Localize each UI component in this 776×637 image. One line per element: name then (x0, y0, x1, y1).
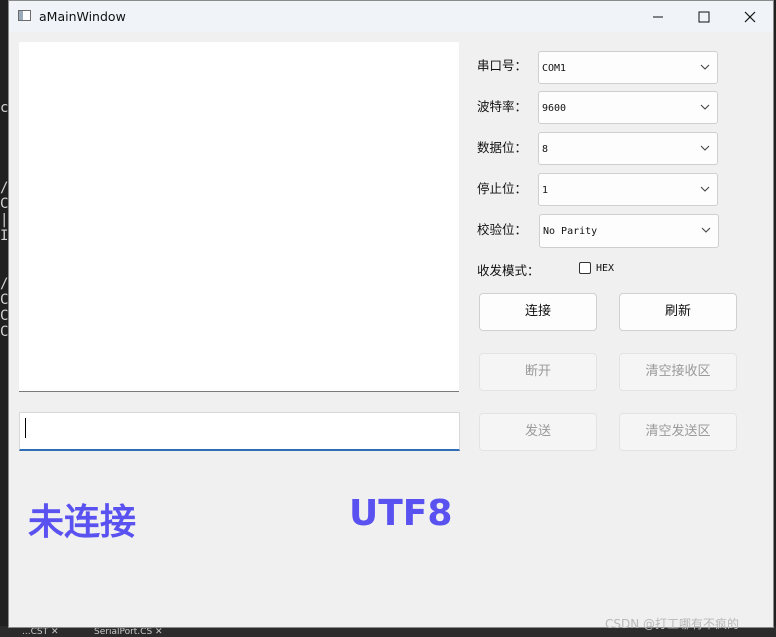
chevron-down-icon (700, 64, 710, 70)
connect-button[interactable]: 连接 (479, 293, 597, 331)
connection-status: 未连接 (28, 502, 137, 543)
send-input[interactable] (19, 412, 460, 451)
refresh-button[interactable]: 刷新 (619, 293, 737, 331)
parity-select[interactable]: No Parity (539, 214, 719, 248)
databits-select[interactable]: 8 (538, 132, 718, 165)
watermark-text: CSDN @打工哪有不疯的 (605, 617, 740, 631)
clear-send-button[interactable]: 清空发送区 (619, 413, 737, 451)
receive-text-area[interactable] (19, 42, 459, 392)
parity-label: 校验位： (477, 222, 528, 237)
parity-select-value: No Parity (543, 226, 598, 237)
mode-label: 收发模式： (477, 263, 540, 278)
maximize-icon (698, 11, 710, 23)
port-select[interactable]: COM1 (538, 51, 718, 84)
baud-label: 波特率： (477, 99, 528, 114)
chevron-down-icon (700, 145, 710, 151)
background-tab: ...CST ✕ (22, 627, 59, 637)
baud-select[interactable]: 9600 (538, 91, 718, 124)
send-button[interactable]: 发送 (479, 413, 597, 451)
chevron-down-icon (700, 104, 710, 110)
hex-checkbox-label[interactable]: HEX (596, 263, 614, 274)
databits-select-value: 8 (542, 144, 549, 155)
encoding-status: UTF8 (349, 493, 453, 534)
title-bar[interactable]: aMainWindow (9, 1, 773, 32)
minimize-icon (653, 16, 663, 18)
window-title: aMainWindow (39, 9, 126, 24)
clear-receive-button[interactable]: 清空接收区 (619, 353, 737, 391)
close-button[interactable] (727, 1, 773, 32)
app-window-icon (18, 10, 31, 21)
hex-checkbox[interactable] (579, 262, 591, 274)
port-label: 串口号： (477, 58, 528, 73)
close-icon (744, 11, 756, 23)
chevron-down-icon (700, 186, 710, 192)
baud-select-value: 9600 (542, 103, 567, 114)
port-select-value: COM1 (542, 63, 567, 74)
main-window: aMainWindow 串口号： COM1 波特率： 9600 数据位： 8 停… (8, 0, 774, 631)
chevron-down-icon (701, 227, 711, 233)
stopbits-label: 停止位： (477, 181, 528, 196)
stopbits-select[interactable]: 1 (538, 173, 718, 206)
databits-label: 数据位： (477, 140, 528, 155)
stopbits-select-value: 1 (542, 185, 549, 196)
disconnect-button[interactable]: 断开 (479, 353, 597, 391)
maximize-button[interactable] (681, 1, 727, 32)
minimize-button[interactable] (635, 1, 681, 32)
text-caret (25, 418, 26, 438)
background-tab: SerialPort.CS ✕ (94, 627, 163, 637)
